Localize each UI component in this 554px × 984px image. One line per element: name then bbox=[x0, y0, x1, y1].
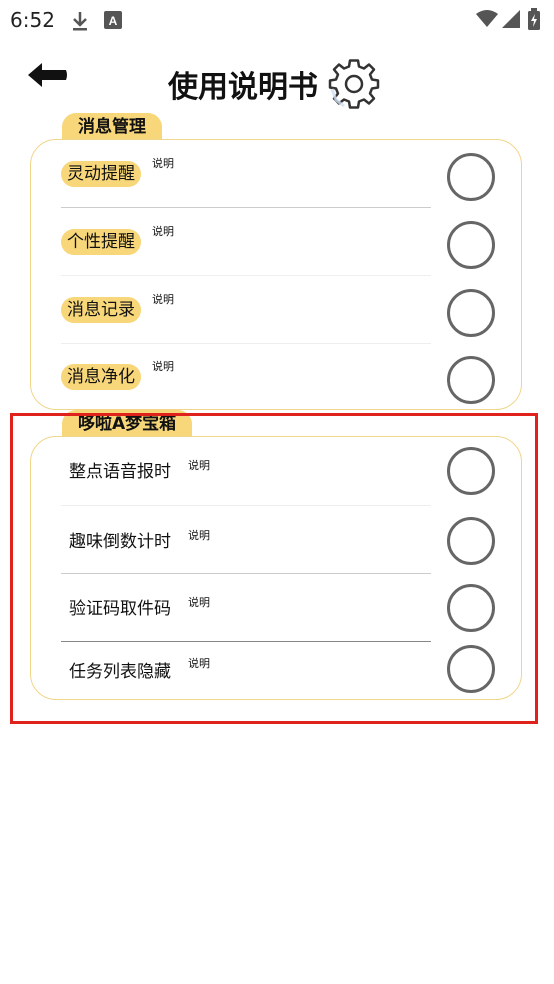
a-box-icon: A bbox=[104, 11, 122, 33]
toggle-circle[interactable] bbox=[447, 153, 495, 201]
doraemon-box-card: 整点语音报时 说明 趣味倒数计时 说明 验证码取件码 说明 任务列表隐藏 说明 bbox=[30, 436, 522, 700]
toggle-circle[interactable] bbox=[447, 645, 495, 693]
section-tag-doraemon-box: 哆啦A梦宝箱 bbox=[62, 410, 193, 438]
list-item-xiaoxi-jinghua: 消息净化 说明 bbox=[31, 344, 523, 412]
signal-icon bbox=[502, 10, 520, 32]
toggle-circle[interactable] bbox=[447, 584, 495, 632]
explain-link[interactable]: 说明 bbox=[152, 155, 174, 171]
item-label: 趣味倒数计时 bbox=[69, 532, 171, 552]
message-management-card: 灵动提醒 说明 个性提醒 说明 消息记录 说明 消息净化 说明 bbox=[30, 139, 522, 410]
list-item-hourly-voice: 整点语音报时 说明 bbox=[31, 437, 523, 505]
toggle-circle[interactable] bbox=[447, 517, 495, 565]
divider bbox=[61, 505, 431, 506]
toggle-circle[interactable] bbox=[447, 356, 495, 404]
item-label: 任务列表隐藏 bbox=[69, 662, 171, 682]
explain-link[interactable]: 说明 bbox=[188, 655, 210, 671]
explain-link[interactable]: 说明 bbox=[152, 291, 174, 307]
toggle-circle[interactable] bbox=[447, 289, 495, 337]
settings-button[interactable] bbox=[328, 58, 382, 112]
explain-link[interactable]: 说明 bbox=[152, 223, 174, 239]
item-label: 验证码取件码 bbox=[69, 599, 171, 619]
item-label: 消息记录 bbox=[61, 297, 141, 323]
item-label: 个性提醒 bbox=[61, 229, 141, 255]
gear-icon bbox=[328, 59, 380, 109]
status-bar: 6:52 A bbox=[0, 0, 554, 40]
explain-link[interactable]: 说明 bbox=[188, 457, 210, 473]
item-label: 消息净化 bbox=[61, 364, 141, 390]
explain-link[interactable]: 说明 bbox=[152, 358, 174, 374]
back-button[interactable] bbox=[26, 60, 70, 90]
list-item-lingdong: 灵动提醒 说明 bbox=[31, 141, 523, 209]
back-arrow-icon bbox=[28, 63, 67, 87]
battery-icon bbox=[528, 8, 540, 34]
status-time: 6:52 bbox=[10, 8, 55, 32]
divider bbox=[61, 207, 431, 208]
explain-link[interactable]: 说明 bbox=[188, 594, 210, 610]
svg-text:A: A bbox=[109, 14, 118, 28]
page-header: 使用说明书 bbox=[0, 50, 554, 110]
list-item-countdown: 趣味倒数计时 说明 bbox=[31, 507, 523, 575]
list-item-xiaoxi-jilu: 消息记录 说明 bbox=[31, 277, 523, 345]
section-tag-message-management: 消息管理 bbox=[62, 113, 162, 141]
item-label: 整点语音报时 bbox=[69, 462, 171, 482]
wifi-icon bbox=[476, 10, 498, 32]
download-icon bbox=[70, 10, 90, 36]
toggle-circle[interactable] bbox=[447, 221, 495, 269]
toggle-circle[interactable] bbox=[447, 447, 495, 495]
page-title: 使用说明书 bbox=[168, 70, 318, 105]
divider bbox=[61, 275, 431, 276]
explain-link[interactable]: 说明 bbox=[188, 527, 210, 543]
list-item-hide-task-list: 任务列表隐藏 说明 bbox=[31, 633, 523, 701]
item-label: 灵动提醒 bbox=[61, 161, 141, 187]
list-item-gexing: 个性提醒 说明 bbox=[31, 209, 523, 277]
list-item-verification-code: 验证码取件码 说明 bbox=[31, 574, 523, 642]
